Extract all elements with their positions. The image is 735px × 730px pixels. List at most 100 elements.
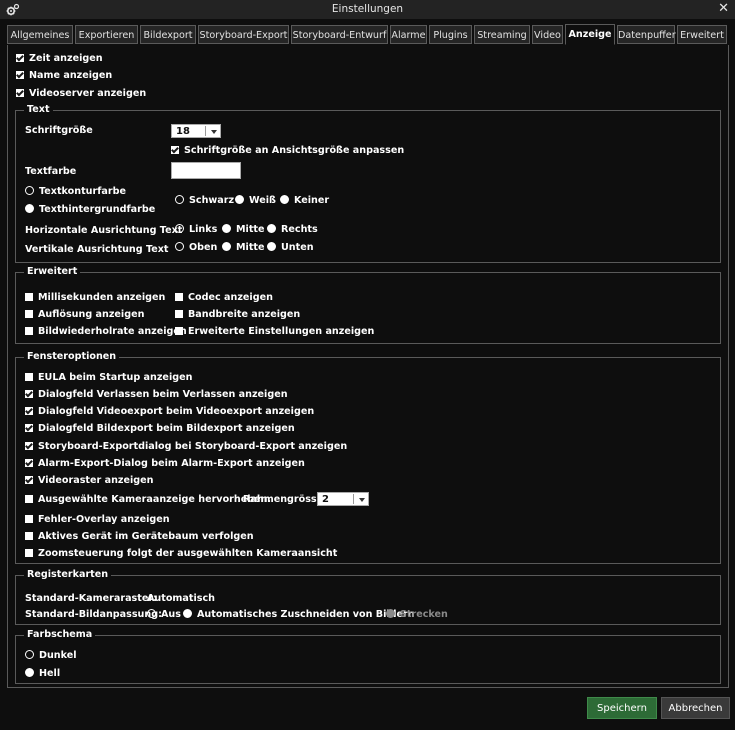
show-time-checkbox[interactable]: Zeit anzeigen (16, 52, 103, 66)
dropdown-separator (353, 494, 354, 504)
checkbox-box[interactable] (25, 327, 33, 335)
checkbox-box[interactable] (175, 327, 183, 335)
group-title: Farbschema (24, 628, 96, 642)
eula-startup-checkbox[interactable]: EULA beim Startup anzeigen (25, 371, 192, 385)
outline-color-radio[interactable]: Textkonturfarbe (25, 185, 126, 199)
fit-stretch-radio[interactable]: Strecken (386, 608, 448, 622)
checkbox-box[interactable] (25, 424, 33, 432)
track-active-device-checkbox[interactable]: Aktives Gerät im Gerätebaum verfolgen (25, 530, 254, 544)
checkbox-box[interactable] (25, 442, 33, 450)
radio-circle[interactable] (175, 195, 184, 204)
radio-circle[interactable] (25, 668, 34, 677)
checkbox-box[interactable] (25, 549, 33, 557)
show-advanced-settings-checkbox[interactable]: Erweiterte Einstellungen anzeigen (175, 325, 374, 339)
group-title: Erweitert (24, 265, 81, 279)
fit-autocrop-radio[interactable]: Automatisches Zuschneiden von Bildern (183, 608, 415, 622)
scheme-light-radio[interactable]: Hell (25, 667, 60, 681)
radio-circle[interactable] (235, 195, 244, 204)
radio-circle[interactable] (175, 242, 184, 251)
h-align-left-radio[interactable]: Links (175, 223, 217, 237)
v-align-bottom-radio[interactable]: Unten (267, 241, 314, 255)
checkbox-box[interactable] (25, 293, 33, 301)
checkbox-box[interactable] (25, 407, 33, 415)
bg-black-radio[interactable]: Schwarz (175, 194, 234, 208)
color-scheme-group: Farbschema (15, 628, 721, 684)
radio-circle[interactable] (183, 609, 192, 618)
v-align-top-radio[interactable]: Oben (175, 241, 217, 255)
fit-off-radio[interactable]: Aus (147, 608, 181, 622)
video-grid-checkbox[interactable]: Videoraster anzeigen (25, 474, 153, 488)
radio-circle[interactable] (222, 242, 231, 251)
tab-exportieren[interactable]: Exportieren (75, 25, 138, 44)
text-color-label: Textfarbe (25, 166, 77, 177)
frame-size-dropdown[interactable]: 2 (317, 492, 369, 506)
radio-label: Strecken (400, 609, 448, 620)
tab-plugins[interactable]: Plugins (429, 25, 472, 44)
tab-alarme[interactable]: Alarme (390, 25, 427, 44)
checkbox-box[interactable] (25, 532, 33, 540)
checkbox-box[interactable] (25, 515, 33, 523)
checkbox-box[interactable] (171, 146, 179, 154)
checkbox-box[interactable] (25, 310, 33, 318)
radio-circle[interactable] (25, 650, 34, 659)
text-color-picker[interactable] (171, 162, 241, 179)
radio-circle[interactable] (175, 224, 184, 233)
close-icon[interactable]: ✕ (718, 1, 729, 16)
radio-circle[interactable] (25, 204, 34, 213)
background-color-radio[interactable]: Texthintergrundfarbe (25, 203, 155, 217)
bg-white-radio[interactable]: Weiß (235, 194, 276, 208)
exit-dialog-checkbox[interactable]: Dialogfeld Verlassen beim Verlassen anze… (25, 388, 288, 402)
video-export-dialog-checkbox[interactable]: Dialogfeld Videoexport beim Videoexport … (25, 405, 314, 419)
show-videoserver-checkbox[interactable]: Videoserver anzeigen (16, 87, 146, 101)
bg-none-radio[interactable]: Keiner (280, 194, 329, 208)
alarm-export-dialog-checkbox[interactable]: Alarm-Export-Dialog beim Alarm-Export an… (25, 457, 305, 471)
image-export-dialog-checkbox[interactable]: Dialogfeld Bildexport beim Bildexport an… (25, 422, 295, 436)
save-button[interactable]: Speichern (587, 697, 657, 719)
h-align-center-radio[interactable]: Mitte (222, 223, 265, 237)
show-resolution-checkbox[interactable]: Auflösung anzeigen (25, 308, 144, 322)
tab-storyboard-entwurf[interactable]: Storyboard-Entwurf (291, 25, 388, 44)
radio-circle[interactable] (267, 242, 276, 251)
checkbox-box[interactable] (25, 459, 33, 467)
tab-bildexport[interactable]: Bildexport (140, 25, 196, 44)
checkbox-box[interactable] (16, 71, 24, 79)
checkbox-box[interactable] (25, 476, 33, 484)
radio-circle[interactable] (25, 186, 34, 195)
checkbox-box[interactable] (16, 89, 24, 97)
v-align-middle-radio[interactable]: Mitte (222, 241, 265, 255)
tab-anzeige[interactable]: Anzeige (565, 24, 615, 45)
radio-circle[interactable] (267, 224, 276, 233)
error-overlay-checkbox[interactable]: Fehler-Overlay anzeigen (25, 513, 170, 527)
scheme-dark-radio[interactable]: Dunkel (25, 649, 77, 663)
checkbox-box[interactable] (175, 293, 183, 301)
checkbox-box[interactable] (25, 390, 33, 398)
cancel-button[interactable]: Abbrechen (661, 697, 730, 719)
tab-storyboard-export[interactable]: Storyboard-Export (198, 25, 289, 44)
show-codec-checkbox[interactable]: Codec anzeigen (175, 291, 273, 305)
h-align-right-radio[interactable]: Rechts (267, 223, 318, 237)
checkbox-label: Millisekunden anzeigen (38, 292, 166, 303)
checkbox-box[interactable] (175, 310, 183, 318)
show-bandwidth-checkbox[interactable]: Bandbreite anzeigen (175, 308, 300, 322)
tab-erweitert[interactable]: Erweitert (677, 25, 727, 44)
highlight-camera-checkbox[interactable]: Ausgewählte Kameraanzeige hervorheben. (25, 493, 271, 507)
storyboard-export-dialog-checkbox[interactable]: Storyboard-Exportdialog bei Storyboard-E… (25, 440, 347, 454)
checkbox-box[interactable] (25, 495, 33, 503)
radio-circle[interactable] (386, 609, 395, 618)
radio-circle[interactable] (222, 224, 231, 233)
tab-datenpuffer[interactable]: Datenpuffer (617, 25, 676, 44)
radio-circle[interactable] (280, 195, 289, 204)
show-milliseconds-checkbox[interactable]: Millisekunden anzeigen (25, 291, 165, 305)
show-name-checkbox[interactable]: Name anzeigen (16, 69, 112, 83)
font-size-dropdown[interactable]: 18 (171, 124, 221, 138)
zoom-follows-camera-checkbox[interactable]: Zoomsteuerung folgt der ausgewählten Kam… (25, 547, 337, 561)
radio-circle[interactable] (147, 609, 156, 618)
fit-font-size-checkbox[interactable]: Schriftgröße an Ansichtsgröße anpassen (171, 144, 404, 158)
show-framerate-checkbox[interactable]: Bildwiederholrate anzeigen (25, 325, 187, 339)
checkbox-box[interactable] (25, 373, 33, 381)
checkbox-label: Auflösung anzeigen (38, 309, 145, 320)
tab-allgemeines[interactable]: Allgemeines (7, 25, 73, 44)
tab-streaming[interactable]: Streaming (474, 25, 530, 44)
tab-video[interactable]: Video (532, 25, 563, 44)
checkbox-box[interactable] (16, 54, 24, 62)
